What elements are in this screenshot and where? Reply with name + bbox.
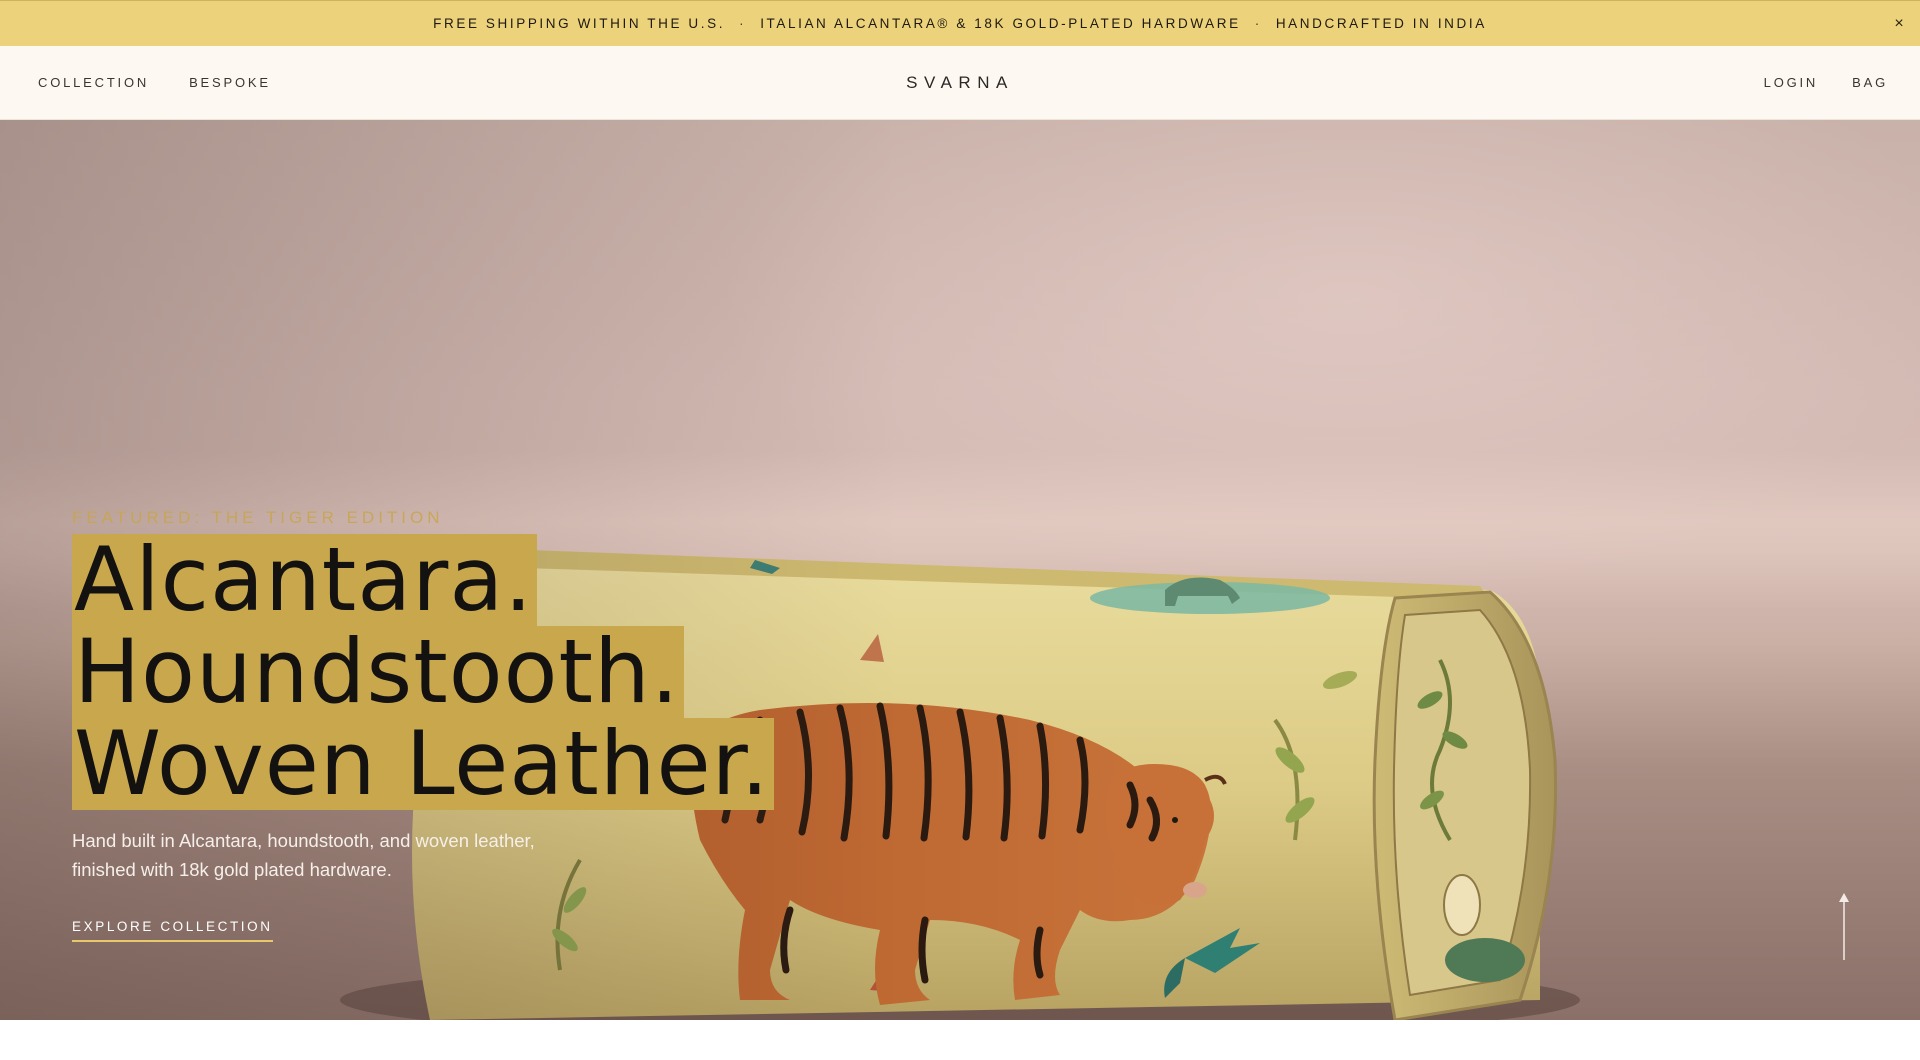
announcement-separator: · <box>1254 16 1262 31</box>
hero-copy: FEATURED: THE TIGER EDITION Alcantara. H… <box>72 508 972 942</box>
hero-headline: Alcantara. Houndstooth. Woven Leather. <box>72 534 972 810</box>
hero-banner: FEATURED: THE TIGER EDITION Alcantara. H… <box>0 120 1920 1020</box>
announcement-bar: FREE SHIPPING WITHIN THE U.S. · ITALIAN … <box>0 0 1920 46</box>
primary-nav: COLLECTION BESPOKE <box>38 75 271 90</box>
hero-eyebrow: FEATURED: THE TIGER EDITION <box>72 508 444 527</box>
utility-nav: LOGIN BAG <box>1764 75 1888 90</box>
headline-line-alcantara: Alcantara. <box>72 534 538 626</box>
headline-line-woven-leather: Woven Leather. <box>72 718 774 810</box>
brand-logo[interactable]: SVARNA <box>906 73 1014 92</box>
brand-logo-wrap: SVARNA <box>0 73 1920 93</box>
login-link[interactable]: LOGIN <box>1764 75 1818 90</box>
bag-link[interactable]: BAG <box>1852 75 1888 90</box>
hero-subcopy: Hand built in Alcantara, houndstooth, an… <box>72 830 535 880</box>
site-header: COLLECTION BESPOKE SVARNA LOGIN BAG <box>0 46 1920 120</box>
announcement-item-handcrafted: HANDCRAFTED IN INDIA <box>1275 16 1487 31</box>
explore-collection-link[interactable]: EXPLORE COLLECTION <box>72 919 273 942</box>
nav-link-bespoke[interactable]: BESPOKE <box>189 75 271 90</box>
close-icon[interactable]: × <box>1890 15 1908 33</box>
headline-line-houndstooth: Houndstooth. <box>72 626 684 718</box>
announcement-item-shipping: FREE SHIPPING WITHIN THE U.S. <box>433 16 726 31</box>
arrow-up-icon[interactable] <box>1836 890 1852 960</box>
page-below-hero <box>0 1020 1920 1060</box>
announcement-item-materials: ITALIAN ALCANTARA® & 18K GOLD-PLATED HAR… <box>760 16 1241 31</box>
announcement-separator: · <box>739 16 747 31</box>
nav-link-collection[interactable]: COLLECTION <box>38 75 149 90</box>
